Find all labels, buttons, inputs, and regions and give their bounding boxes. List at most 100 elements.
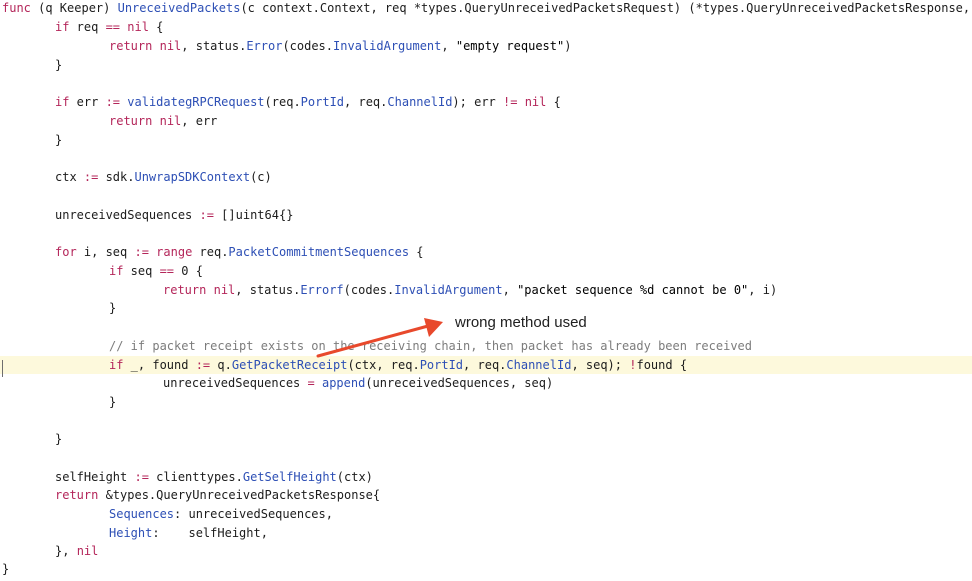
code-line: return nil, status.Error(codes.InvalidAr… xyxy=(0,37,972,55)
code-keyword: := xyxy=(105,95,121,109)
code-keyword: if xyxy=(55,20,70,34)
code-text: selfHeight xyxy=(55,470,135,484)
code-keyword: nil xyxy=(159,39,182,53)
code-text: ) xyxy=(564,39,572,53)
code-text: : selfHeight, xyxy=(152,526,268,540)
code-text: (req. xyxy=(264,95,301,109)
code-text: (q Keeper) xyxy=(30,1,118,15)
code-text: { xyxy=(188,264,203,278)
code-identifier: Sequences xyxy=(109,507,175,521)
code-text: 0 xyxy=(181,264,189,278)
code-text: unreceivedSequences xyxy=(55,208,200,222)
code-text: } xyxy=(55,58,63,72)
code-text: (ctx, req. xyxy=(347,358,420,372)
code-text: ); err xyxy=(452,95,503,109)
code-string: "empty request" xyxy=(455,39,565,53)
code-keyword: nil xyxy=(159,114,182,128)
code-text: err xyxy=(69,95,106,109)
code-text: , req. xyxy=(344,95,388,109)
code-keyword: return xyxy=(109,39,153,53)
code-identifier: UnwrapSDKContext xyxy=(134,170,251,184)
code-identifier: Height xyxy=(109,526,153,540)
code-identifier: UnreceivedPackets xyxy=(117,1,241,15)
code-line: } xyxy=(0,560,972,578)
code-line: } xyxy=(0,56,972,74)
code-text: { xyxy=(409,245,424,259)
code-string: "packet sequence %d cannot be 0" xyxy=(517,283,749,297)
code-identifier: Error xyxy=(246,39,283,53)
code-text: } xyxy=(55,432,63,446)
code-identifier: PacketCommitmentSequences xyxy=(228,245,410,259)
code-text: &types.QueryUnreceivedPacketsResponse{ xyxy=(98,488,381,502)
code-line: } xyxy=(0,430,972,448)
code-text: unreceivedSequences xyxy=(163,376,308,390)
code-text: } xyxy=(109,301,117,315)
code-keyword: if xyxy=(55,95,70,109)
code-text: , xyxy=(502,283,518,297)
code-text: (ctx) xyxy=(336,470,373,484)
code-text: q. xyxy=(210,358,232,372)
code-keyword: nil xyxy=(524,95,547,109)
code-line: Sequences: unreceivedSequences, xyxy=(0,505,972,523)
code-keyword: return xyxy=(109,114,153,128)
code-identifier: PortId xyxy=(419,358,464,372)
text-cursor xyxy=(2,360,3,377)
code-keyword: := xyxy=(134,245,149,259)
code-keyword: return xyxy=(55,488,99,502)
code-line: for i, seq := range req.PacketCommitment… xyxy=(0,243,972,261)
code-line: unreceivedSequences := []uint64{} xyxy=(0,206,972,224)
code-text: , i) xyxy=(748,283,778,297)
code-identifier: PortId xyxy=(300,95,345,109)
code-text: req. xyxy=(192,245,229,259)
code-text: found { xyxy=(636,358,688,372)
code-text: seq xyxy=(123,264,160,278)
code-line: selfHeight := clienttypes.GetSelfHeight(… xyxy=(0,468,972,486)
code-line: Height: selfHeight, xyxy=(0,524,972,542)
code-keyword: return xyxy=(163,283,207,297)
code-keyword: func xyxy=(2,1,31,15)
code-identifier: GetSelfHeight xyxy=(242,470,337,484)
code-identifier: validategRPCRequest xyxy=(127,95,265,109)
code-line: unreceivedSequences = append(unreceivedS… xyxy=(0,374,972,392)
code-keyword: := xyxy=(195,358,211,372)
code-text: (unreceivedSequences, seq) xyxy=(365,376,554,390)
code-text: }, xyxy=(55,544,77,558)
code-text: , req. xyxy=(463,358,507,372)
code-text: } xyxy=(109,395,117,409)
code-identifier: InvalidArgument xyxy=(394,283,503,297)
code-line: func (q Keeper) UnreceivedPackets(c cont… xyxy=(0,0,972,17)
code-identifier: append xyxy=(321,376,366,390)
code-keyword: if xyxy=(109,358,124,372)
code-keyword: nil xyxy=(76,544,99,558)
code-line: } xyxy=(0,393,972,411)
code-line: return nil, status.Errorf(codes.InvalidA… xyxy=(0,281,972,299)
code-text: (codes. xyxy=(343,283,395,297)
code-line: } xyxy=(0,131,972,149)
code-keyword: := xyxy=(134,470,149,484)
code-text: (c context.Context, req *types.QueryUnre… xyxy=(240,1,972,15)
code-text: sdk. xyxy=(98,170,135,184)
code-text: _, found xyxy=(123,358,196,372)
code-line: if seq == 0 { xyxy=(0,262,972,280)
code-text: []uint64{} xyxy=(213,208,294,222)
code-text: , seq); xyxy=(571,358,630,372)
code-text: (c) xyxy=(250,170,272,184)
code-keyword: nil xyxy=(127,20,149,34)
annotated-code-screenshot: func (q Keeper) UnreceivedPackets(c cont… xyxy=(0,0,972,581)
code-comment: // if packet receipt exists on the recei… xyxy=(109,339,752,353)
code-text: i, seq xyxy=(76,245,135,259)
code-text: clienttypes. xyxy=(148,470,243,484)
code-editor: func (q Keeper) UnreceivedPackets(c cont… xyxy=(0,0,972,581)
code-text: , err xyxy=(181,114,218,128)
code-keyword: if xyxy=(109,264,124,278)
annotation-label: wrong method used xyxy=(455,314,587,331)
code-identifier: ChannelId xyxy=(387,95,453,109)
code-identifier: Errorf xyxy=(300,283,344,297)
code-identifier: InvalidArgument xyxy=(333,39,442,53)
code-text: (codes. xyxy=(282,39,334,53)
code-identifier: GetPacketReceipt xyxy=(231,358,348,372)
code-keyword: == xyxy=(159,264,175,278)
